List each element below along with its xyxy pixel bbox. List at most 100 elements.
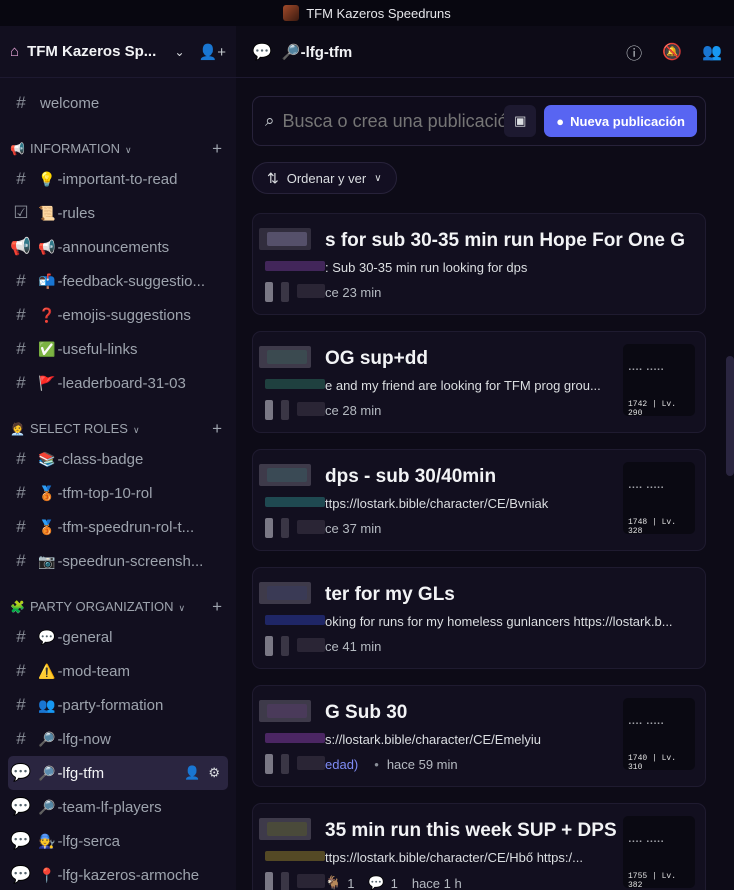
channel-label: -emojis-suggestions [57,306,191,324]
server-home-icon: ⌂ [10,43,20,60]
channel-emoji: 📜 [38,204,56,221]
channel-label: -general [57,628,113,646]
chevron-down-icon: ∨ [132,425,140,435]
info-icon[interactable]: ⓘ [626,40,642,64]
category-header[interactable]: 📢 INFORMATION ∨ + [8,126,228,162]
post-title[interactable]: dps - sub 30/40min [325,466,620,488]
sidebar-channel-item[interactable]: # 📷 -speedrun-screensh... [8,544,228,578]
post-thumbnail[interactable]: ▪▪▪▪ ▪▪▪▪▪ 1740 | Lv. 310 [623,698,695,770]
sidebar-channel-item[interactable]: # ❓ -emojis-suggestions [8,298,228,332]
invite-people-icon[interactable]: 👤+ [199,43,226,61]
add-channel-icon[interactable]: + [212,420,222,437]
chevron-down-icon: ∨ [124,145,132,155]
channel-emoji: 🔎 [38,798,56,815]
members-icon[interactable]: 👥 [702,42,722,62]
redacted-author-avatar [253,804,325,890]
channel-emoji: 🥉 [38,518,56,535]
sidebar-channel-item[interactable]: # 🥉 -tfm-top-10-rol [8,476,228,510]
sidebar-channel-item[interactable]: # 👥 -party-formation [8,688,228,722]
redacted-author-avatar [253,450,325,550]
channel-label: -tfm-top-10-rol [57,484,153,502]
sidebar-channel-item[interactable]: # ✅ -useful-links [8,332,228,366]
thumbnail-stats: 1740 | Lv. 310 [628,754,677,770]
scrollbar-thumb[interactable] [726,356,734,476]
post-title[interactable]: ter for my GLs [325,584,685,606]
post-title[interactable]: OG sup+dd [325,348,620,370]
sidebar-channel-item[interactable]: 💬 📍 -lfg-kazeros-armoche [8,858,228,890]
sidebar-channel-item[interactable]: # 📚 -class-badge [8,442,228,476]
post-timestamp: hace 59 min [386,757,458,772]
gear-icon[interactable]: ⚙ [208,765,220,781]
search-input[interactable] [282,110,505,132]
channel-label: -tfm-speedrun-rol-t... [57,518,195,536]
post-meta: ce 37 min [325,521,381,536]
hash-icon: # [16,169,26,188]
forum-post-card[interactable]: s for sub 30-35 min run Hope For One GL:… [252,213,706,315]
channel-emoji: ❓ [38,306,56,323]
post-title[interactable]: G Sub 30 [325,702,620,724]
post-snippet: e and my friend are looking for TFM prog… [325,378,601,393]
invite-icon[interactable]: 👤 [184,765,200,781]
window-title: TFM Kazeros Speedruns [306,5,451,21]
tag-filter-button[interactable]: ▣ [504,105,537,137]
sort-and-view-button[interactable]: ⇅ Ordenar y ver ∨ [252,162,397,194]
server-header[interactable]: ⌂ TFM Kazeros Sp... ⌄ 👤+ [0,26,236,78]
sidebar-channel-item[interactable]: # 🚩 -leaderboard-31-03 [8,366,228,400]
post-title[interactable]: 35 min run this week SUP + DPS [325,820,620,842]
category-emoji: 🧑‍💼 [10,422,25,436]
add-channel-icon[interactable]: + [212,598,222,615]
hash-icon: # [16,627,26,646]
hash-icon: # [16,271,26,290]
forum-post-card[interactable]: OG sup+dd e and my friend are looking for… [252,331,706,433]
sidebar-channel-item[interactable]: # ⚠️ -mod-team [8,654,228,688]
chat-bubble-icon: ● [556,113,565,129]
sidebar-channel-item[interactable]: # welcome [8,86,228,120]
sidebar-channel-item[interactable]: # 📬 -feedback-suggestio... [8,264,228,298]
post-snippet: ttps://lostark.bible/character/CE/Hbő ht… [325,850,583,865]
post-title[interactable]: s for sub 30-35 min run Hope For One GL [325,230,685,252]
forum-post-card[interactable]: ter for my GLs oking for runs for my home… [252,567,706,669]
channel-header: 💬 🔎-lfg-tfm ⓘ 🔕 👥 [236,26,734,78]
post-meta: 🐐 1 💬 1 hace 1 h [325,875,462,890]
sidebar-channel-item[interactable]: 💬 🔎 -team-lf-players [8,790,228,824]
sidebar-channel-item[interactable]: 📢 📢 -announcements [8,230,228,264]
channel-title: 🔎-lfg-tfm [281,43,353,61]
forum-post-card[interactable]: dps - sub 30/40min ttps://lostark.bible/c… [252,449,706,551]
sidebar-channel-item[interactable]: ☑ 📜 -rules [8,196,228,230]
channel-emoji: ⚠️ [38,662,56,679]
mute-bell-icon[interactable]: 🔕 [662,42,682,62]
channel-label: -speedrun-screensh... [57,552,204,570]
sidebar-channel-item[interactable]: 💬 🧑‍🔧 -lfg-serca [8,824,228,858]
forum-search-bar: ⌕ ▣ ● Nueva publicación [252,96,706,146]
post-thumbnail[interactable]: ▪▪▪▪ ▪▪▪▪▪ 1755 | Lv. 382 [623,816,695,888]
channel-label: -team-lf-players [57,798,162,816]
sidebar-channel-item[interactable]: # 💡 -important-to-read [8,162,228,196]
sidebar-channel-item[interactable]: # 🥉 -tfm-speedrun-rol-t... [8,510,228,544]
sidebar-channel-item[interactable]: # 🔎 -lfg-now [8,722,228,756]
add-channel-icon[interactable]: + [212,140,222,157]
locked-hash-icon: # [16,517,26,536]
category-header[interactable]: 🧑‍💼 SELECT ROLES ∨ + [8,406,228,442]
forum-post-card[interactable]: G Sub 30 s://lostark.bible/character/CE/E… [252,685,706,787]
post-thumbnail[interactable]: ▪▪▪▪ ▪▪▪▪▪ 1748 | Lv. 328 [623,462,695,534]
hash-icon: # [16,729,26,748]
post-thumbnail[interactable]: ▪▪▪▪ ▪▪▪▪▪ 1742 | Lv. 290 [623,344,695,416]
new-post-button[interactable]: ● Nueva publicación [544,105,697,137]
category-header[interactable]: 🧩 PARTY ORGANIZATION ∨ + [8,584,228,620]
post-snippet: s://lostark.bible/character/CE/Emelyiu [325,732,542,747]
scrollbar[interactable] [726,96,734,890]
sidebar-channel-item[interactable]: # 💬 -general [8,620,228,654]
thumbnail-caption: ▪▪▪▪ ▪▪▪▪▪ [628,720,665,727]
channel-label: -lfg-serca [57,832,120,850]
forum-post-card[interactable]: 35 min run this week SUP + DPS ttps://los… [252,803,706,890]
redacted-author-avatar [253,686,325,786]
reaction-badge[interactable]: 🐐 1 [325,875,354,890]
sidebar-channel-item[interactable]: 💬 🔎 -lfg-tfm 👤 ⚙ [8,756,228,790]
chevron-down-icon[interactable]: ⌄ [175,45,185,59]
category-label: SELECT ROLES [29,421,128,436]
channel-emoji: 🚩 [38,374,56,391]
channel-emoji: 🔎 [38,764,56,781]
sort-label: Ordenar y ver [286,170,367,186]
server-name[interactable]: TFM Kazeros Sp... [27,43,168,60]
thumbnail-stats: 1755 | Lv. 382 [628,872,677,888]
